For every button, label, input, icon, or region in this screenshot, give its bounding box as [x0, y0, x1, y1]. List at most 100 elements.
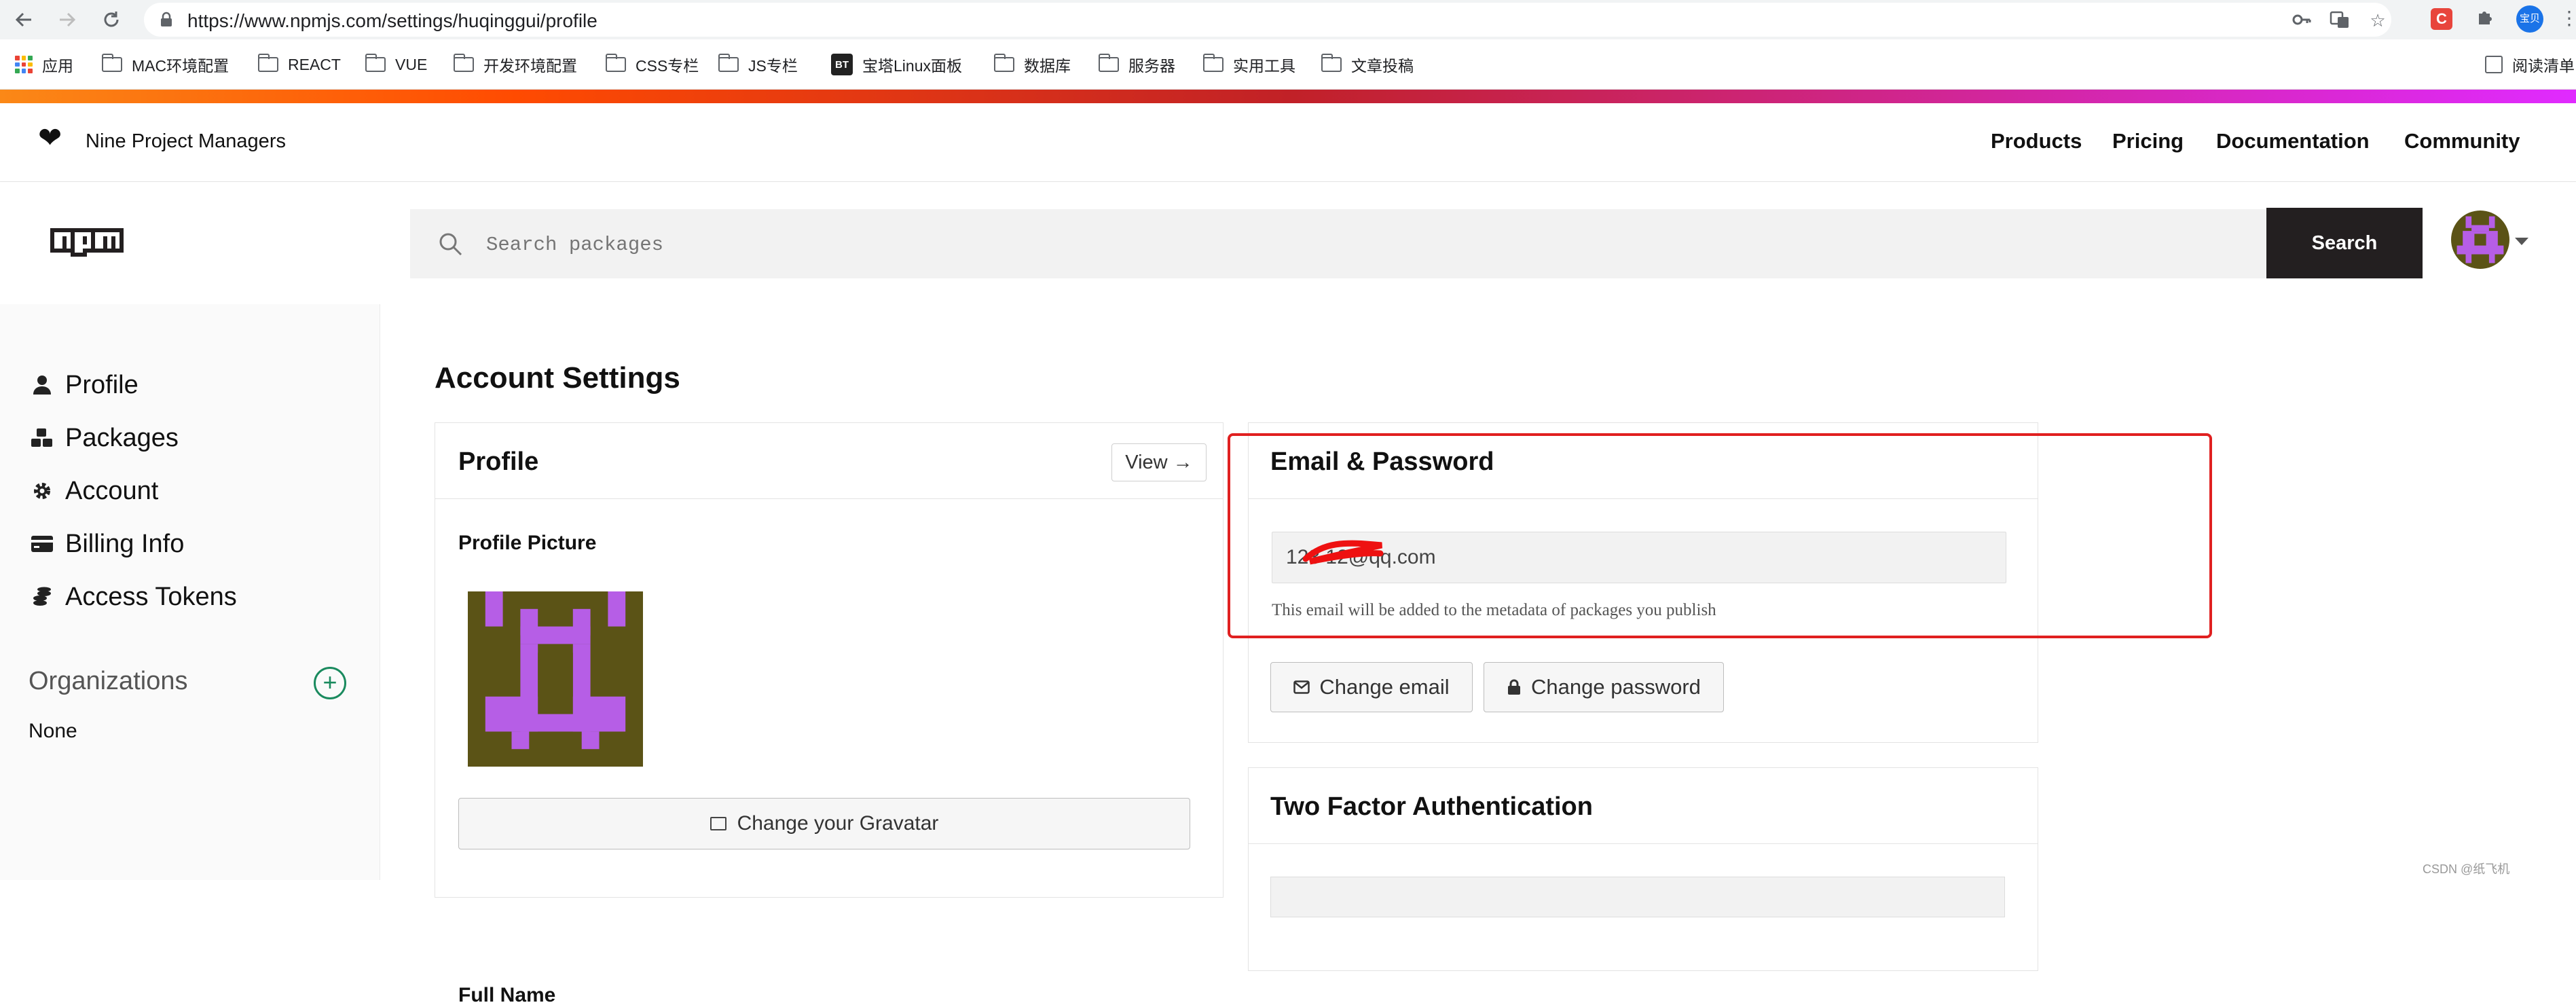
star-icon[interactable]: ☆: [2367, 10, 2389, 31]
folder-icon: [718, 54, 739, 72]
bookmark-label: 宝塔Linux面板: [862, 57, 962, 75]
bookmark-folder[interactable]: REACT: [257, 53, 341, 76]
search-button[interactable]: Search: [2266, 208, 2423, 278]
bookmark-label: 开发环境配置: [483, 57, 577, 75]
bookmark-label: 服务器: [1128, 57, 1175, 75]
search-icon: [439, 233, 462, 256]
sidebar-item-profile[interactable]: Profile: [27, 368, 139, 402]
profile-card-title: Profile: [458, 447, 539, 476]
gear-icon: [27, 476, 57, 506]
bookmark-folder[interactable]: 实用工具: [1202, 53, 1295, 76]
folder-icon: [605, 54, 626, 72]
gravatar-image: [468, 591, 643, 767]
nav-community[interactable]: Community: [2404, 129, 2520, 153]
brand-tagline[interactable]: Nine Project Managers: [86, 130, 286, 153]
arrow-left-icon[interactable]: [10, 5, 38, 34]
npm-logo[interactable]: [38, 228, 136, 257]
search-box: [410, 209, 2266, 278]
site-header: ❤ Nine Project Managers Products Pricing…: [0, 103, 2576, 182]
more-vert-icon[interactable]: ⋮: [2560, 7, 2576, 30]
url-text: https://www.npmjs.com/settings/huqinggui…: [187, 10, 597, 31]
bookmark-folder[interactable]: CSS专栏: [605, 53, 699, 76]
nav-products[interactable]: Products: [1991, 129, 2082, 153]
chevron-down-icon[interactable]: [2515, 238, 2528, 245]
profile-avatar[interactable]: 宝贝: [2516, 5, 2543, 33]
sidebar-item-label: Access Tokens: [65, 582, 237, 611]
folder-icon: [1321, 54, 1342, 72]
key-icon[interactable]: [2291, 10, 2313, 31]
bookmark-label: JS专栏: [748, 57, 798, 75]
change-email-button[interactable]: Change email: [1270, 662, 1473, 712]
nav-documentation[interactable]: Documentation: [2216, 129, 2370, 153]
search-bar-row: Search: [0, 182, 2576, 304]
extension-c-icon[interactable]: C: [2431, 8, 2452, 30]
folder-icon: [257, 54, 278, 72]
add-organization-button[interactable]: +: [314, 667, 346, 699]
sidebar-item-billing[interactable]: Billing Info: [27, 527, 184, 561]
folder-icon: [101, 54, 122, 72]
puzzle-icon[interactable]: [2473, 7, 2497, 30]
two-factor-field: [1270, 877, 2005, 917]
reload-icon[interactable]: [97, 5, 126, 34]
sidebar-item-label: Profile: [65, 370, 139, 399]
bookmark-label: CSS专栏: [636, 57, 699, 75]
bookmark-folder[interactable]: 数据库: [993, 53, 1071, 76]
change-gravatar-label: Change your Gravatar: [737, 812, 939, 835]
watermark: CSDN @纸飞机: [2423, 862, 2510, 876]
avatar[interactable]: [2451, 210, 2509, 269]
sidebar-item-label: Billing Info: [65, 529, 185, 558]
organizations-empty: None: [29, 720, 77, 742]
change-email-label: Change email: [1319, 675, 1450, 699]
reading-list[interactable]: 阅读清单: [2485, 53, 2575, 76]
page-title: Account Settings: [435, 361, 680, 395]
two-factor-card: Two Factor Authentication: [1248, 767, 2038, 971]
translate-icon[interactable]: [2329, 10, 2351, 31]
sidebar-item-packages[interactable]: Packages: [27, 421, 179, 455]
lock-icon: [1507, 679, 1522, 695]
sidebar-item-label: Packages: [65, 423, 179, 452]
folder-icon: [1098, 54, 1119, 72]
bookmark-folder[interactable]: VUE: [365, 53, 427, 76]
change-gravatar-button[interactable]: Change your Gravatar: [458, 798, 1190, 849]
bookmark-folder[interactable]: 服务器: [1098, 53, 1175, 76]
organizations-heading: Organizations: [29, 667, 188, 695]
bookmark-label: 实用工具: [1233, 57, 1295, 75]
bookmarks-bar: 应用 MAC环境配置 REACT VUE 开发环境配置 CSS专栏 JS专栏 B…: [0, 39, 2576, 90]
two-factor-card-header: Two Factor Authentication: [1249, 768, 2038, 844]
profile-card-header: Profile View →: [435, 423, 1223, 499]
heart-icon: ❤: [38, 122, 62, 153]
change-password-label: Change password: [1531, 675, 1701, 699]
reading-list-label: 阅读清单: [2512, 57, 2575, 75]
two-factor-card-title: Two Factor Authentication: [1270, 792, 1593, 821]
view-profile-button[interactable]: View →: [1111, 443, 1207, 481]
packages-icon: [27, 423, 57, 453]
lock-icon: [158, 11, 175, 29]
reading-list-icon: [2485, 56, 2503, 73]
sidebar-item-access-tokens[interactable]: Access Tokens: [27, 580, 237, 614]
brand-gradient-bar: [0, 90, 2576, 103]
image-icon: [710, 817, 726, 830]
address-bar[interactable]: https://www.npmjs.com/settings/huqinggui…: [144, 3, 2391, 37]
nav-pricing[interactable]: Pricing: [2112, 129, 2184, 153]
change-password-button[interactable]: Change password: [1484, 662, 1724, 712]
apps-grid-icon: [15, 56, 33, 73]
folder-icon: [365, 54, 386, 72]
sidebar-item-account[interactable]: Account: [27, 474, 158, 508]
profile-picture-label: Profile Picture: [458, 532, 597, 554]
full-name-label: Full Name: [458, 984, 556, 1006]
bookmark-folder[interactable]: JS专栏: [718, 53, 798, 76]
search-input[interactable]: [485, 230, 2182, 259]
bookmark-label: VUE: [395, 55, 428, 73]
bookmark-folder[interactable]: MAC环境配置: [101, 53, 229, 76]
profile-card: Profile View → Profile Picture Change yo…: [435, 422, 1223, 1006]
bookmark-folder[interactable]: 文章投稿: [1321, 53, 1414, 76]
arrow-right-icon[interactable]: [53, 5, 81, 34]
folder-icon: [453, 54, 474, 72]
bookmark-label: 应用: [42, 57, 73, 75]
bookmark-label: MAC环境配置: [132, 57, 229, 75]
bookmark-folder[interactable]: 开发环境配置: [453, 53, 577, 76]
highlight-annotation: [1228, 433, 2212, 638]
bookmark-bt[interactable]: BT 宝塔Linux面板: [831, 53, 962, 76]
bookmark-label: 文章投稿: [1351, 57, 1414, 75]
bookmark-apps[interactable]: 应用: [15, 53, 73, 76]
